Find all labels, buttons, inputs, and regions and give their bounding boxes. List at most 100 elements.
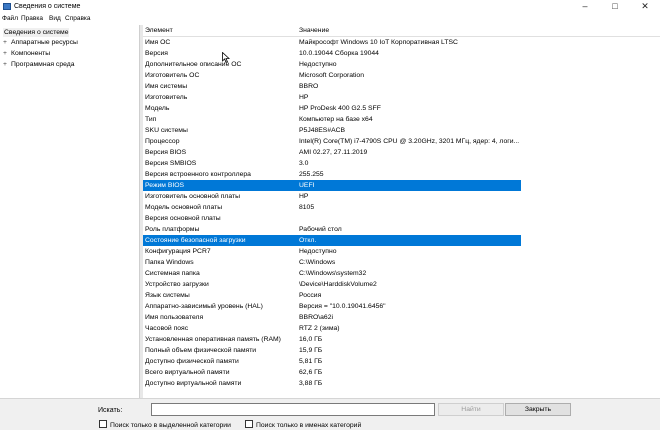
expand-icon[interactable]: + bbox=[3, 60, 11, 69]
row-value: 255.255 bbox=[299, 170, 324, 178]
row-item: Имя ОС bbox=[145, 38, 171, 46]
table-row[interactable]: Имя пользователя BBRO\a62i bbox=[143, 312, 660, 323]
table-row[interactable]: Версия BIOS AMI 02.27, 27.11.2019 bbox=[143, 147, 660, 158]
find-button[interactable]: Найти bbox=[438, 403, 504, 416]
table-row[interactable]: Системная папка C:\Windows\system32 bbox=[143, 268, 660, 279]
table-row[interactable]: Язык системы Россия bbox=[143, 290, 660, 301]
mouse-cursor-icon bbox=[222, 52, 230, 63]
checkbox-icon[interactable] bbox=[99, 420, 107, 428]
row-value: \Device\HarddiskVolume2 bbox=[299, 280, 377, 288]
menu-help[interactable]: Справка bbox=[64, 14, 92, 24]
menu-file[interactable]: Файл bbox=[1, 14, 19, 24]
table-row[interactable]: Модель HP ProDesk 400 G2.5 SFF bbox=[143, 103, 660, 114]
table-row[interactable]: Установленная оперативная память (RAM) 16… bbox=[143, 334, 660, 345]
table-row[interactable]: Имя системы BBRO bbox=[143, 81, 660, 92]
search-selected-category-checkbox[interactable]: Поиск только в выделенной категории bbox=[99, 420, 231, 430]
column-header-value[interactable]: Значение bbox=[299, 27, 329, 35]
row-value: C:\Windows\system32 bbox=[299, 269, 367, 277]
tree-item-software-environment[interactable]: + Программная среда bbox=[3, 60, 75, 69]
row-item: Режим BIOS bbox=[145, 181, 185, 189]
close-icon[interactable]: ✕ bbox=[630, 0, 660, 13]
row-item: Изготовитель bbox=[145, 93, 188, 101]
row-item: Папка Windows bbox=[145, 258, 194, 266]
menu-view[interactable]: Вид bbox=[48, 14, 62, 24]
table-row[interactable]: Тип Компьютер на базе x64 bbox=[143, 114, 660, 125]
row-value: 5,81 ГБ bbox=[299, 357, 323, 365]
search-category-names-checkbox[interactable]: Поиск только в именах категорий bbox=[245, 420, 361, 430]
table-row[interactable]: Изготовитель основной платы HP bbox=[143, 191, 660, 202]
category-tree: Сведения о системе + Аппаратные ресурсы +… bbox=[0, 25, 140, 398]
table-row[interactable]: Процессор Intel(R) Core(TM) i7-4790S CPU … bbox=[143, 136, 660, 147]
table-row[interactable]: Доступно физической памяти 5,81 ГБ bbox=[143, 356, 660, 367]
row-value: HP ProDesk 400 G2.5 SFF bbox=[299, 104, 381, 112]
menu-bar: Файл Правка Вид Справка bbox=[0, 13, 660, 25]
row-item: Изготовитель основной платы bbox=[145, 192, 240, 200]
row-value: AMI 02.27, 27.11.2019 bbox=[299, 148, 368, 156]
row-value: Недоступно bbox=[299, 247, 337, 255]
table-row[interactable]: Изготовитель HP bbox=[143, 92, 660, 103]
tree-item-hardware-resources[interactable]: + Аппаратные ресурсы bbox=[3, 38, 78, 47]
row-value: HP bbox=[299, 192, 309, 200]
row-item: Версия основной платы bbox=[145, 214, 221, 222]
row-item: Процессор bbox=[145, 137, 180, 145]
table-row[interactable]: Изготовитель ОС Microsoft Corporation bbox=[143, 70, 660, 81]
row-item: Всего виртуальной памяти bbox=[145, 368, 230, 376]
table-row[interactable]: Версия основной платы bbox=[143, 213, 660, 224]
row-value: Майкрософт Windows 10 IoT Корпоративная … bbox=[299, 38, 458, 46]
table-row[interactable]: Модель основной платы 8105 bbox=[143, 202, 660, 213]
table-row[interactable]: Роль платформы Рабочий стол bbox=[143, 224, 660, 235]
checkbox-label: Поиск только в именах категорий bbox=[256, 422, 362, 429]
table-row[interactable]: Аппаратно-зависимый уровень (HAL) Версия … bbox=[143, 301, 660, 312]
row-value: 3,88 ГБ bbox=[299, 379, 323, 387]
table-row[interactable]: Имя ОС Майкрософт Windows 10 IoT Корпорат… bbox=[143, 37, 660, 48]
table-row[interactable]: Версия 10.0.19044 Сборка 19044 bbox=[143, 48, 660, 59]
row-item: Язык системы bbox=[145, 291, 190, 299]
row-item: Изготовитель ОС bbox=[145, 71, 200, 79]
checkbox-icon[interactable] bbox=[245, 420, 253, 428]
row-item: Аппаратно-зависимый уровень (HAL) bbox=[145, 302, 263, 310]
table-row[interactable]: Конфигурация PCR7 Недоступно bbox=[143, 246, 660, 257]
row-item: Часовой пояс bbox=[145, 324, 189, 332]
table-row[interactable]: Папка Windows C:\Windows bbox=[143, 257, 660, 268]
title-bar: Сведения о системе – □ ✕ bbox=[0, 0, 660, 13]
row-item: Версия bbox=[145, 49, 168, 57]
expand-icon[interactable]: + bbox=[3, 38, 11, 47]
close-button[interactable]: Закрыть bbox=[505, 403, 571, 416]
row-item: Установленная оперативная память (RAM) bbox=[145, 335, 281, 343]
minimize-icon[interactable]: – bbox=[570, 0, 600, 13]
menu-edit[interactable]: Правка bbox=[20, 14, 44, 24]
row-item: Состояние безопасной загрузки bbox=[145, 236, 246, 244]
row-item: Имя пользователя bbox=[145, 313, 204, 321]
search-input[interactable] bbox=[151, 403, 435, 416]
tree-item-components[interactable]: + Компоненты bbox=[3, 49, 50, 58]
table-row[interactable]: Полный объем физической памяти 15,9 ГБ bbox=[143, 345, 660, 356]
row-value: 3.0 bbox=[299, 159, 309, 167]
details-list: Элемент Значение Имя ОС Майкрософт Window… bbox=[143, 25, 660, 398]
table-row[interactable]: Часовой пояс RTZ 2 (зима) bbox=[143, 323, 660, 334]
row-item: Имя системы bbox=[145, 82, 188, 90]
table-row[interactable]: Дополнительное описание ОС Недоступно bbox=[143, 59, 660, 70]
row-item: Тип bbox=[145, 115, 157, 123]
row-item: Версия встроенного контроллера bbox=[145, 170, 251, 178]
row-value: BBRO\a62i bbox=[299, 313, 334, 321]
table-row[interactable]: Устройство загрузки \Device\HarddiskVolum… bbox=[143, 279, 660, 290]
row-item: Доступно виртуальной памяти bbox=[145, 379, 242, 387]
table-row[interactable]: Режим BIOS UEFI bbox=[143, 180, 660, 191]
column-header-item[interactable]: Элемент bbox=[145, 27, 173, 35]
tree-item-label: Компоненты bbox=[11, 50, 51, 57]
row-value: 16,0 ГБ bbox=[299, 335, 323, 343]
list-header: Элемент Значение bbox=[143, 25, 660, 37]
maximize-icon[interactable]: □ bbox=[600, 0, 630, 13]
table-row[interactable]: Всего виртуальной памяти 62,6 ГБ bbox=[143, 367, 660, 378]
table-row[interactable]: SKU системы P5J48ES#ACB bbox=[143, 125, 660, 136]
row-value: BBRO bbox=[299, 82, 319, 90]
table-row[interactable]: Доступно виртуальной памяти 3,88 ГБ bbox=[143, 378, 660, 389]
table-row[interactable]: Версия SMBIOS 3.0 bbox=[143, 158, 660, 169]
row-value: Недоступно bbox=[299, 60, 337, 68]
expand-icon[interactable]: + bbox=[3, 49, 11, 58]
table-row[interactable]: Версия встроенного контроллера 255.255 bbox=[143, 169, 660, 180]
checkbox-label: Поиск только в выделенной категории bbox=[110, 422, 231, 429]
table-row[interactable]: Состояние безопасной загрузки Откл. bbox=[143, 235, 660, 246]
tree-item-system-summary[interactable]: Сведения о системе bbox=[3, 28, 70, 37]
row-item: Роль платформы bbox=[145, 225, 200, 233]
